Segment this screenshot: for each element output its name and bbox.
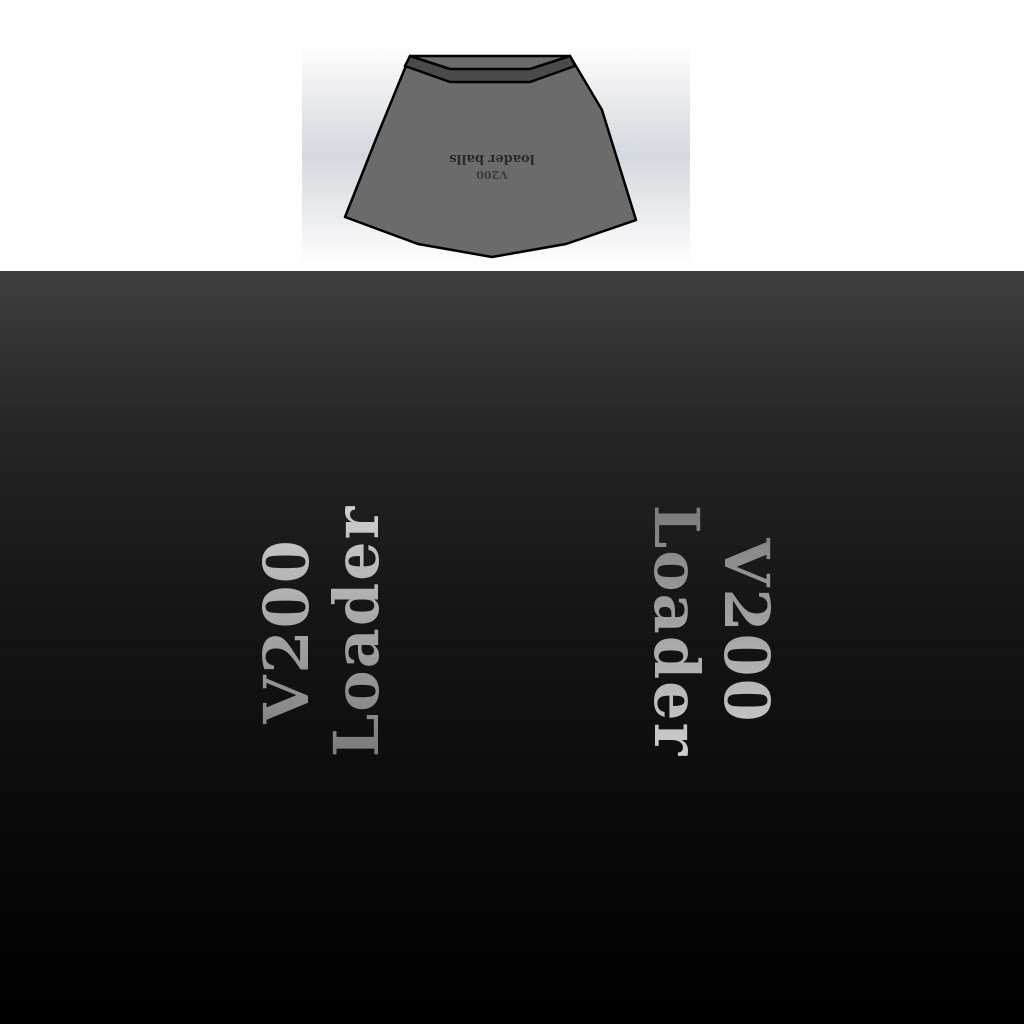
canvas: loader balls V200 V200 Loader V200 Loade… [0,0,1024,1024]
label-right: V200 Loader [640,504,783,758]
label-left-loader: Loader [320,504,393,758]
label-right-v200: V200 [710,505,783,758]
label-left-v200: V200 [250,505,323,758]
texture-panel [0,271,1024,1024]
preview-text-v200: V200 [476,168,509,181]
preview-panel: loader balls V200 [302,44,690,266]
loader-shape-preview: loader balls V200 [343,54,638,259]
preview-text-loader-balls: loader balls [449,151,534,166]
label-right-loader: Loader [640,504,713,758]
label-left: V200 Loader [250,504,393,758]
